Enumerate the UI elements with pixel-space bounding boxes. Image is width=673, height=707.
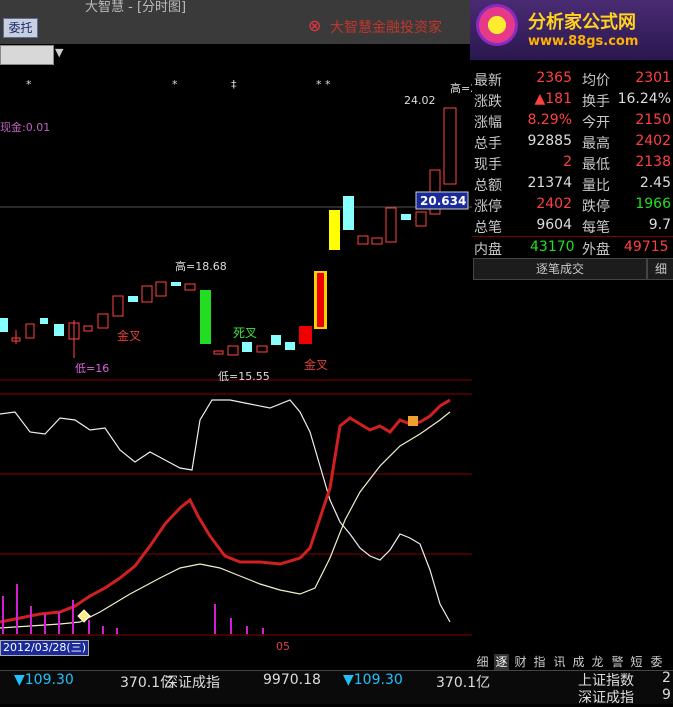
flower-logo-icon: [476, 4, 518, 46]
candles: [0, 107, 457, 358]
indicator-line-white: [0, 399, 451, 623]
inner-label: 内盘: [474, 242, 502, 258]
candle: [271, 335, 281, 345]
tab-entrust[interactable]: 委: [649, 654, 664, 670]
quote-row: 涨跌 ▲181 换手 16.24%: [474, 91, 671, 110]
index-name[interactable]: 深证成指: [164, 672, 220, 692]
tab-detail[interactable]: 细: [475, 654, 490, 670]
signal-marker-icon: [408, 416, 418, 426]
candle: [171, 282, 181, 286]
candle: [227, 345, 239, 356]
candle: [25, 323, 35, 339]
quote-row: 总手 92885 最高 2402: [474, 133, 671, 152]
indicator-line-red: [0, 398, 451, 624]
date-label: 2012/03/28(三): [0, 640, 89, 656]
outer-label: 外盘: [582, 242, 610, 258]
low-label: 低=16: [75, 362, 109, 375]
candle: [83, 325, 93, 332]
candle: [54, 324, 64, 336]
inner-value: 43170: [530, 239, 575, 255]
quote-row: 涨幅 8.29% 今开 2150: [474, 112, 671, 131]
candle: [443, 107, 457, 185]
sz-index-value: 9: [662, 687, 671, 703]
logo-url: www.88gs.com: [528, 34, 639, 49]
outer-value: 49715: [624, 239, 669, 255]
candle-highlight: [329, 210, 340, 250]
stock-code-input[interactable]: [0, 45, 54, 65]
index-value: 9970.18: [263, 672, 321, 688]
indicator-label: 现金:0.01: [0, 120, 50, 134]
tab-short[interactable]: 短: [629, 654, 644, 670]
candle: [40, 318, 48, 324]
kline-chart[interactable]: * * ‡ * * 现金:0.01 高= 24.02 20.634 高=18.6…: [0, 68, 472, 654]
death-cross-label: 死叉: [233, 326, 257, 340]
signal-star: *: [26, 78, 32, 91]
quote-panel: 最新 2365 均价 2301 涨跌 ▲181 换手 16.24% 涨幅 8.2…: [472, 68, 673, 254]
index-amount: 370.1亿: [436, 675, 491, 691]
price-label: 24.02: [404, 94, 436, 107]
index-change: ▼109.30: [14, 672, 74, 688]
status-bar: ▼109.30 370.1亿 深证成指 9970.18 ▼109.30 370.…: [0, 670, 673, 707]
candle-signal-inner: [317, 273, 324, 327]
tab-tick[interactable]: 逐: [494, 654, 509, 670]
quote-row: 总额 21374 量比 2.45: [474, 175, 671, 194]
sponsor-text: 大智慧金融投资家: [330, 20, 442, 36]
signal-star: * *: [316, 78, 331, 91]
quote-row: 最新 2365 均价 2301: [474, 70, 671, 89]
tab-alert[interactable]: 警: [610, 654, 625, 670]
quote-row: 总笔 9604 每笔 9.7: [474, 217, 671, 236]
date-axis: 2012/03/28(三) 05: [0, 640, 472, 656]
low-label: 低=15.55: [218, 370, 270, 383]
logo-name: 分析家公式网: [528, 12, 636, 33]
tab-finance[interactable]: 财: [513, 654, 528, 670]
candle: [97, 313, 109, 329]
candle: [343, 196, 354, 230]
high-label: 高=18.68: [175, 259, 227, 273]
candle: [242, 342, 252, 352]
quote-row: 现手 2 最低 2138: [474, 154, 671, 173]
side-tabs: 细 逐 财 指 讯 成 龙 警 短 委: [473, 654, 673, 670]
price-box-value: 20.634: [420, 194, 466, 208]
candle: [415, 211, 427, 227]
sz-index-name[interactable]: 深证成指: [578, 687, 634, 707]
candle: [213, 350, 224, 355]
candle-highlight: [200, 290, 211, 344]
candle: [256, 345, 268, 353]
candle: [141, 285, 153, 303]
volume-bars: [2, 584, 264, 634]
candle: [155, 281, 167, 297]
entrust-button[interactable]: 委托: [3, 18, 38, 38]
signal-star: ‡: [231, 78, 237, 91]
candle: [112, 295, 124, 317]
quote-row: 涨停 2402 跌停 1966: [474, 196, 671, 215]
tab-deal[interactable]: 成: [571, 654, 586, 670]
signal-star: *: [172, 78, 178, 91]
candle-signal: [299, 326, 312, 344]
golden-cross-label: 金叉: [117, 328, 141, 343]
candle: [0, 318, 8, 332]
candle: [371, 237, 383, 245]
candle: [285, 342, 295, 350]
chevron-down-icon[interactable]: ▼: [55, 46, 63, 59]
golden-cross-label: 金叉: [304, 357, 328, 372]
candle: [385, 207, 397, 243]
month-marker: 05: [276, 640, 290, 653]
sh-index-value: 2: [662, 670, 671, 686]
high-label: 高=2: [450, 81, 472, 95]
candle: [401, 214, 411, 220]
tick-trades-header[interactable]: 逐笔成交: [473, 258, 647, 280]
tab-news[interactable]: 讯: [552, 654, 567, 670]
tab-index[interactable]: 指: [532, 654, 547, 670]
inner-outer-row: 内盘 43170 外盘 49715: [472, 236, 673, 259]
tick-detail-button[interactable]: 细: [647, 258, 673, 280]
candle: [128, 296, 138, 302]
window-title: 大智慧 - [分时图]: [85, 0, 187, 15]
index-change: ▼109.30: [343, 672, 403, 688]
candle: [357, 235, 369, 245]
candle: [184, 283, 196, 291]
tab-dragon[interactable]: 龙: [590, 654, 605, 670]
indicator-line-pale: [0, 411, 451, 629]
